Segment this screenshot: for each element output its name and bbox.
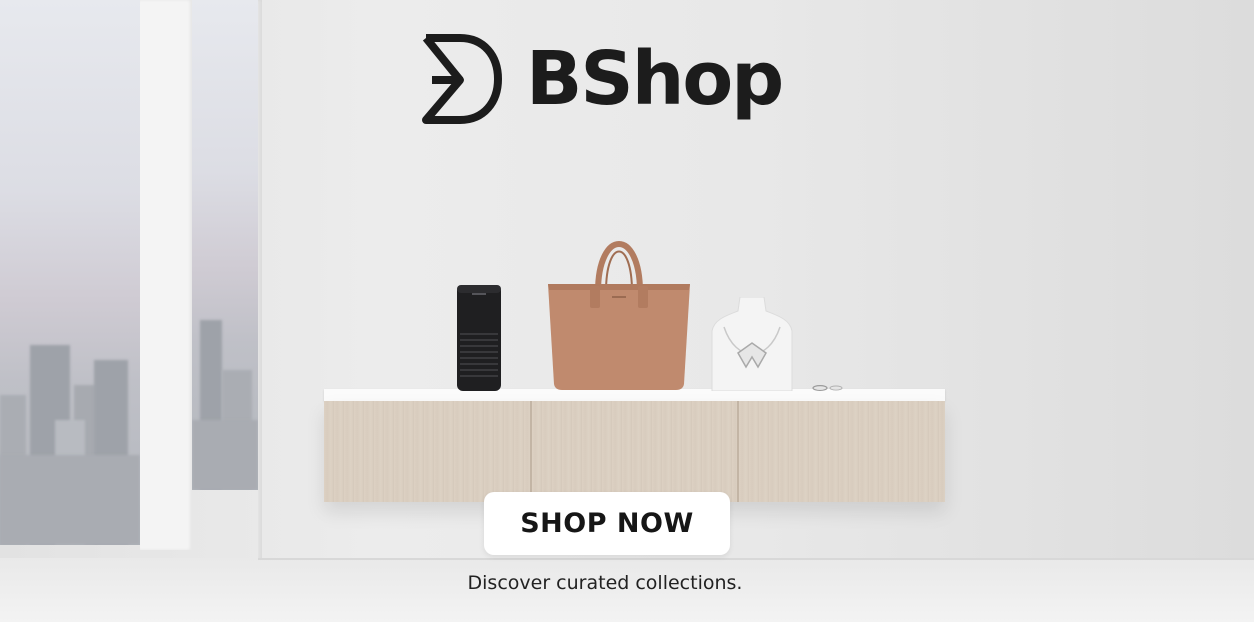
speaker-icon[interactable] [456, 285, 502, 391]
floating-shelf [324, 401, 946, 502]
shelf-drawer [324, 401, 532, 502]
window-pane-left [0, 0, 140, 545]
shelf-drawer [739, 401, 946, 502]
brand-logo[interactable]: BShop [422, 34, 784, 124]
window [0, 0, 262, 622]
shelf-drawer [531, 401, 740, 502]
window-pane-right [192, 0, 258, 490]
tagline: Discover curated collections. [467, 572, 743, 594]
hero-banner: BShop SHOP NOW Discover curated collecti… [0, 0, 1254, 622]
ring-icon[interactable] [812, 385, 844, 391]
brand-name: BShop [526, 36, 784, 122]
necklace-bust-icon[interactable] [710, 297, 794, 391]
window-mullion [140, 0, 192, 550]
shop-now-button[interactable]: SHOP NOW [484, 492, 730, 555]
bshop-monogram-icon [422, 34, 502, 124]
tote-bag-icon[interactable] [546, 232, 692, 392]
